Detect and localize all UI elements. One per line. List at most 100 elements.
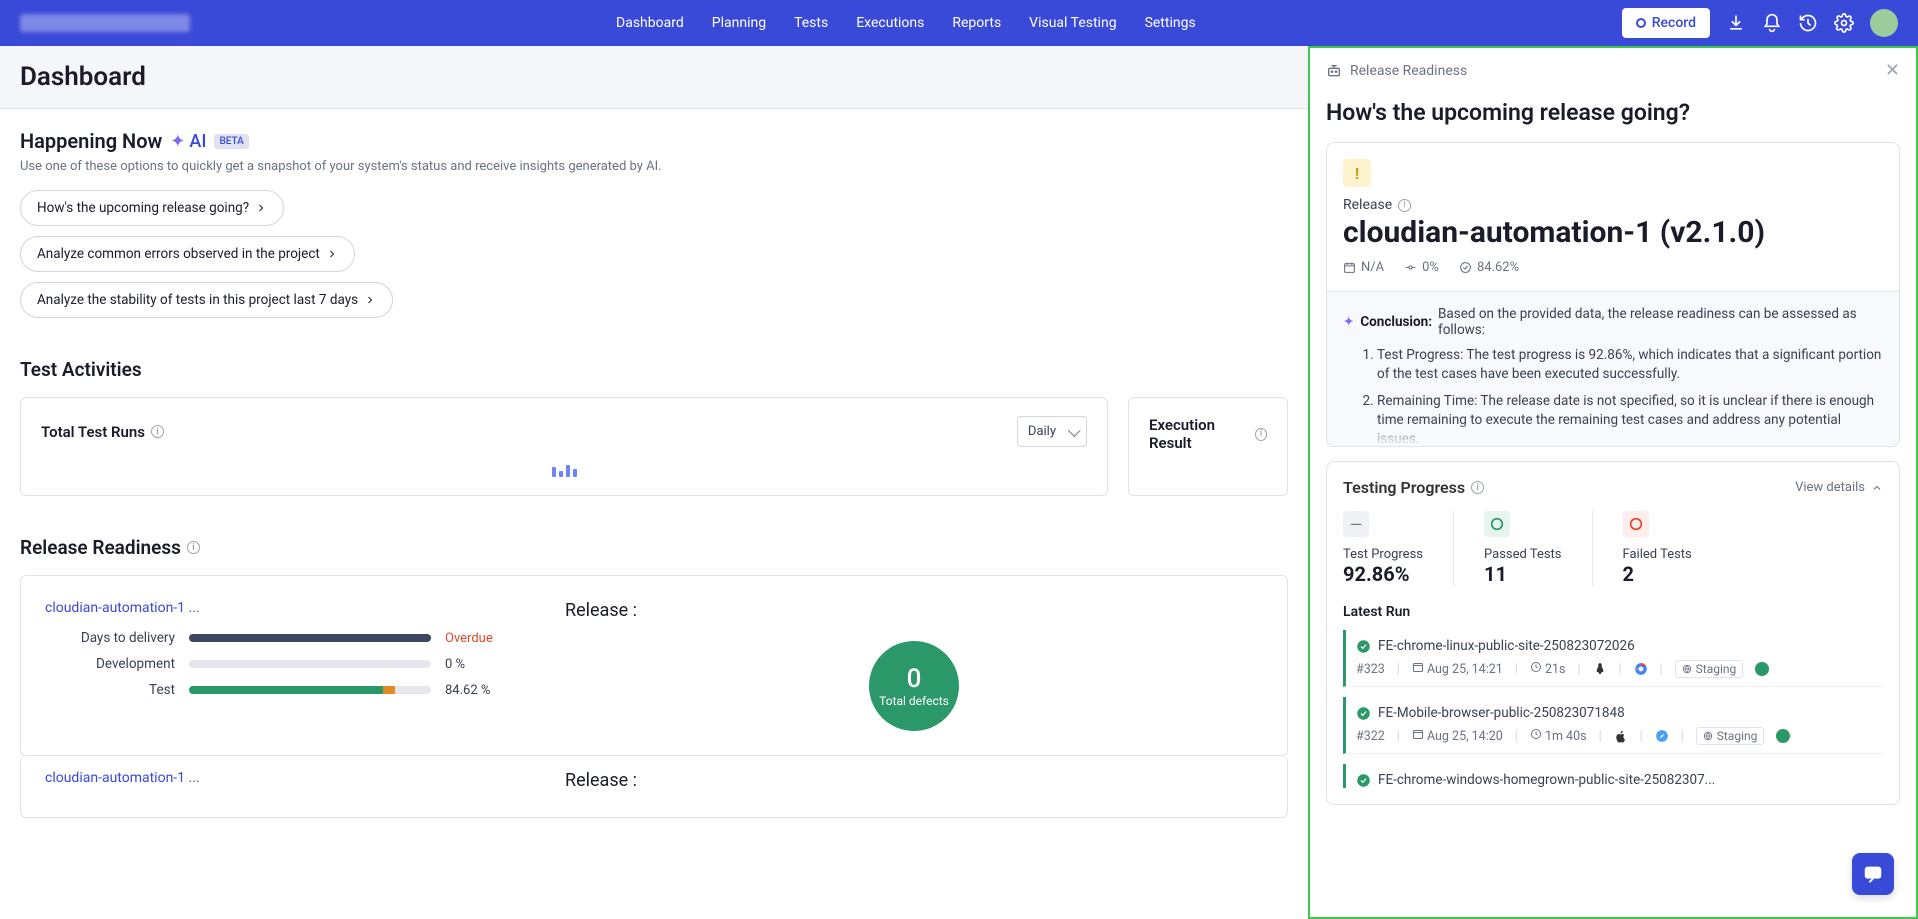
- release-name-link-2[interactable]: cloudian-automation-1 ...: [45, 770, 505, 786]
- release-block-2: cloudian-automation-1 ... Release :: [20, 756, 1288, 818]
- run-duration: 21s: [1530, 661, 1566, 677]
- circle-icon: [1489, 516, 1505, 532]
- chip-common-errors[interactable]: Analyze common errors observed in the pr…: [20, 236, 355, 272]
- stat-test: 84.62%: [1459, 260, 1519, 275]
- history-icon[interactable]: [1798, 13, 1818, 33]
- gear-icon[interactable]: [1834, 13, 1854, 33]
- chip-test-stability[interactable]: Analyze the stability of tests in this p…: [20, 282, 393, 318]
- execution-result-card: Execution Result i: [1128, 397, 1288, 496]
- nav-settings[interactable]: Settings: [1145, 15, 1196, 31]
- stat-test-progress: — Test Progress 92.86%: [1343, 511, 1454, 586]
- chip-release-going[interactable]: How's the upcoming release going?: [20, 190, 284, 226]
- conclusion-item-1: Test Progress: The test progress is 92.8…: [1377, 346, 1883, 384]
- record-button[interactable]: Record: [1622, 8, 1710, 38]
- clock-icon: [1530, 661, 1542, 673]
- ai-side-panel: Release Readiness ✕ How's the upcoming r…: [1308, 46, 1918, 919]
- check-circle-icon: [1356, 706, 1371, 721]
- apple-icon: [1614, 729, 1628, 743]
- beta-badge: BETA: [214, 134, 248, 149]
- run-id: #322: [1356, 729, 1385, 744]
- test-activities-section: Test Activities Total Test Runs i Daily …: [0, 338, 1308, 516]
- topbar: Dashboard Planning Tests Executions Repo…: [0, 0, 1918, 46]
- chevron-up-icon: [1871, 482, 1883, 494]
- ai-label: ✦ AI: [170, 131, 206, 152]
- nav-tests[interactable]: Tests: [794, 15, 828, 31]
- avatar[interactable]: [1870, 9, 1898, 37]
- record-icon: [1636, 18, 1646, 28]
- page-header: Dashboard: [0, 46, 1308, 109]
- run-time: Aug 25, 14:21: [1412, 661, 1503, 677]
- nav-dashboard[interactable]: Dashboard: [616, 15, 684, 31]
- circle-icon: [1628, 516, 1644, 532]
- bot-icon: [1326, 63, 1342, 79]
- main-content: Dashboard Happening Now ✦ AI BETA Use on…: [0, 46, 1308, 919]
- run-item-2[interactable]: FE-Mobile-browser-public-250823071848 #3…: [1343, 697, 1883, 754]
- release-name-link[interactable]: cloudian-automation-1 ...: [45, 600, 505, 616]
- nav-visual-testing[interactable]: Visual Testing: [1029, 15, 1116, 31]
- safari-icon: [1655, 729, 1669, 743]
- release-summary-card: ! Release i cloudian-automation-1 (v2.1.…: [1326, 142, 1900, 447]
- stat-dev: 0%: [1404, 260, 1439, 275]
- check-circle-icon: [1356, 773, 1371, 788]
- chrome-icon: [1634, 662, 1648, 676]
- side-panel-question: How's the upcoming release going?: [1310, 93, 1916, 142]
- side-panel-breadcrumb: Release Readiness: [1350, 63, 1467, 79]
- info-icon[interactable]: i: [1255, 428, 1267, 441]
- chevron-right-icon: [326, 248, 338, 260]
- calendar-icon: [1412, 661, 1424, 673]
- nav-executions[interactable]: Executions: [856, 15, 924, 31]
- check-circle-icon: [1459, 261, 1472, 274]
- release-name: cloudian-automation-1 (v2.1.0): [1343, 215, 1883, 250]
- status-dot: [1776, 729, 1790, 743]
- frequency-select[interactable]: Daily: [1017, 416, 1087, 447]
- linux-icon: [1593, 662, 1607, 676]
- help-fab[interactable]: [1852, 853, 1894, 895]
- execution-result-title: Execution Result i: [1149, 416, 1267, 452]
- run-id: #323: [1356, 662, 1385, 677]
- happening-now-subtext: Use one of these options to quickly get …: [20, 159, 1288, 174]
- view-details-link[interactable]: View details: [1795, 480, 1883, 495]
- stat-date: N/A: [1343, 260, 1384, 275]
- calendar-icon: [1412, 728, 1424, 740]
- page-title: Dashboard: [20, 62, 1288, 92]
- run-item-1[interactable]: FE-chrome-linux-public-site-250823072026…: [1343, 630, 1883, 687]
- release-stats-row: N/A 0% 84.62%: [1343, 260, 1883, 275]
- total-test-runs-card: Total Test Runs i Daily: [20, 397, 1108, 496]
- nav-reports[interactable]: Reports: [952, 15, 1001, 31]
- side-panel-header: Release Readiness ✕: [1310, 48, 1916, 93]
- warning-icon: !: [1343, 159, 1371, 187]
- testing-progress-title: Testing Progress i: [1343, 478, 1484, 497]
- commit-icon: [1404, 261, 1417, 274]
- testing-progress-card: Testing Progress i View details — Test P…: [1326, 461, 1900, 805]
- row-days-to-delivery: Days to delivery Overdue: [45, 630, 505, 646]
- info-icon[interactable]: i: [1471, 481, 1484, 494]
- calendar-icon: [1343, 261, 1356, 274]
- latest-run-title: Latest Run: [1343, 604, 1883, 620]
- run-time: Aug 25, 14:20: [1412, 728, 1503, 744]
- info-icon[interactable]: i: [1398, 199, 1411, 212]
- logo: [20, 14, 190, 32]
- sparkle-icon: ✦: [1343, 314, 1354, 330]
- close-icon[interactable]: ✕: [1885, 60, 1900, 81]
- download-icon[interactable]: [1726, 13, 1746, 33]
- release-center-title: Release :: [565, 600, 1263, 621]
- info-icon[interactable]: i: [151, 425, 164, 438]
- release-readiness-title: Release Readiness i: [20, 536, 1288, 559]
- run-item-3[interactable]: FE-chrome-windows-homegrown-public-site-…: [1343, 764, 1883, 788]
- nav-planning[interactable]: Planning: [712, 15, 766, 31]
- row-test: Test 84.62 %: [45, 682, 505, 698]
- happening-now-title: Happening Now: [20, 129, 162, 153]
- stat-failed-tests: Failed Tests 2: [1623, 511, 1722, 586]
- chat-icon: [1862, 863, 1884, 885]
- release-label: Release i: [1343, 197, 1883, 213]
- info-icon[interactable]: i: [187, 541, 200, 554]
- defects-donut: 0 Total defects: [869, 641, 959, 731]
- status-dot: [1755, 662, 1769, 676]
- run-duration: 1m 40s: [1530, 728, 1587, 744]
- clock-icon: [1530, 728, 1542, 740]
- release-center-title-2: Release :: [565, 770, 1263, 791]
- record-label: Record: [1652, 15, 1696, 31]
- bell-icon[interactable]: [1762, 13, 1782, 33]
- release-readiness-section: Release Readiness i cloudian-automation-…: [0, 516, 1308, 838]
- chevron-right-icon: [255, 202, 267, 214]
